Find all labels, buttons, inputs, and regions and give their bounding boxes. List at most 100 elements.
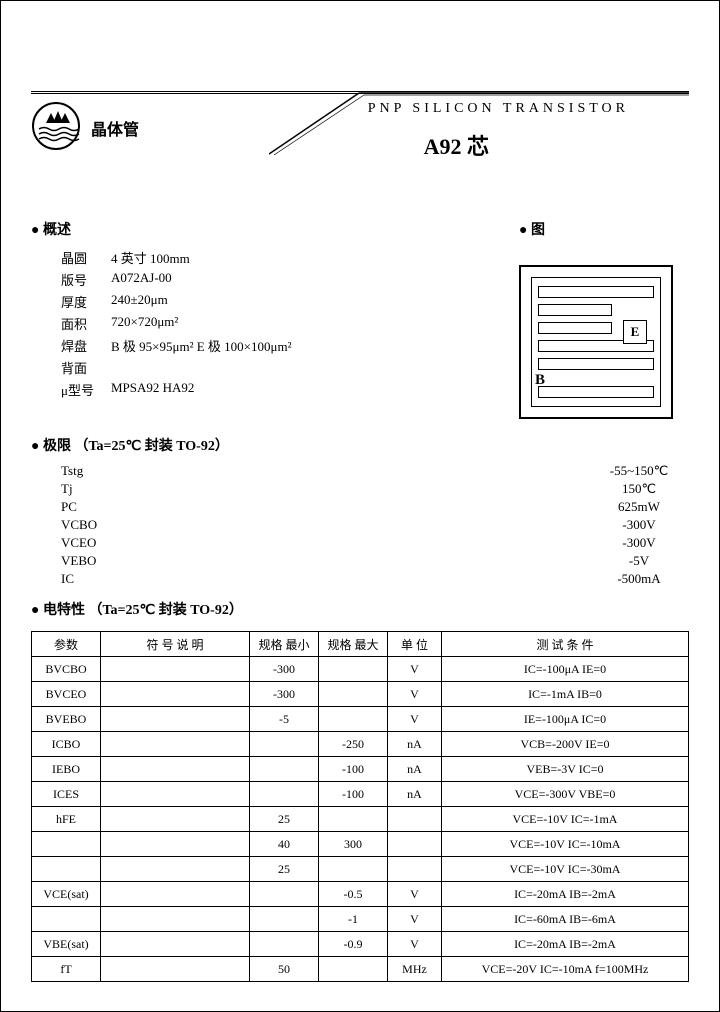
table-body: BVCBO-300VIC=-100μA IE=0BVCEO-300VIC=-1m… — [32, 657, 689, 982]
td-min — [250, 907, 319, 932]
section-title-general: ● 概述 — [31, 219, 71, 239]
td-param: VBE(sat) — [32, 932, 101, 957]
td-min: 50 — [250, 957, 319, 982]
td-min: 40 — [250, 832, 319, 857]
rating-row: PC625mW — [61, 499, 689, 515]
td-unit — [388, 807, 442, 832]
section-title-elec: ● 电特性 （Ta=25℃ 封装 TO-92） — [31, 599, 243, 619]
td-unit: V — [388, 682, 442, 707]
td-desc — [101, 857, 250, 882]
td-desc — [101, 932, 250, 957]
td-unit: nA — [388, 732, 442, 757]
td-unit: V — [388, 657, 442, 682]
td-cond: IE=-100μA IC=0 — [442, 707, 689, 732]
td-unit — [388, 832, 442, 857]
general-lines: 晶圆4 英寸 100mm 版号A072AJ-00 厚度240±20μm 面积72… — [31, 248, 519, 399]
die-label-e: E — [623, 320, 647, 344]
td-desc — [101, 657, 250, 682]
rating-row: IC-500mA — [61, 571, 689, 587]
table-row: ICES-100nAVCE=-300V VBE=0 — [32, 782, 689, 807]
td-param: BVCBO — [32, 657, 101, 682]
td-cond: IC=-60mA IB=-6mA — [442, 907, 689, 932]
header: 晶体管 PNP SILICON TRANSISTOR A92 芯 — [31, 91, 689, 211]
td-desc — [101, 732, 250, 757]
td-param: hFE — [32, 807, 101, 832]
page: 晶体管 PNP SILICON TRANSISTOR A92 芯 ● 概述 晶圆… — [0, 0, 720, 1012]
td-desc — [101, 832, 250, 857]
table-row: hFE25VCE=-10V IC=-1mA — [32, 807, 689, 832]
th: 单 位 — [388, 632, 442, 657]
table-row: ICBO-250nAVCB=-200V IE=0 — [32, 732, 689, 757]
td-min: 25 — [250, 857, 319, 882]
td-param — [32, 857, 101, 882]
td-param: IEBO — [32, 757, 101, 782]
table-header-row: 参数 符 号 说 明 规格 最小 规格 最大 单 位 测 试 条 件 — [32, 632, 689, 657]
td-param — [32, 907, 101, 932]
elec-section: ● 电特性 （Ta=25℃ 封装 TO-92） 参数 符 号 说 明 规格 最小… — [31, 591, 689, 982]
spec-line: 晶圆4 英寸 100mm — [61, 248, 519, 267]
td-cond: VCE=-10V IC=-30mA — [442, 857, 689, 882]
td-min — [250, 757, 319, 782]
td-desc — [101, 682, 250, 707]
th: 规格 最大 — [319, 632, 388, 657]
td-max — [319, 707, 388, 732]
th: 规格 最小 — [250, 632, 319, 657]
diagram-section: ● 图 E B — [519, 211, 689, 419]
table-row: 25 VCE=-10V IC=-30mA — [32, 857, 689, 882]
td-max: -100 — [319, 782, 388, 807]
part-main: A92 — [424, 134, 462, 159]
general-section: ● 概述 晶圆4 英寸 100mm 版号A072AJ-00 厚度240±20μm… — [31, 211, 519, 402]
header-part-number: A92 芯 — [424, 129, 489, 161]
die-label-b: B — [535, 372, 545, 389]
table-row: -1VIC=-60mA IB=-6mA — [32, 907, 689, 932]
spec-line: μ型号MPSA92 HA92 — [61, 380, 519, 399]
spec-line: 厚度240±20μm — [61, 292, 519, 311]
top-two-col: ● 概述 晶圆4 英寸 100mm 版号A072AJ-00 厚度240±20μm… — [31, 211, 689, 419]
td-max — [319, 857, 388, 882]
td-max — [319, 682, 388, 707]
td-unit: V — [388, 907, 442, 932]
td-cond: VCE=-20V IC=-10mA f=100MHz — [442, 957, 689, 982]
td-max: 300 — [319, 832, 388, 857]
td-min — [250, 932, 319, 957]
td-cond: IC=-100μA IE=0 — [442, 657, 689, 682]
section-title-diagram: ● 图 — [519, 219, 545, 239]
rating-row: Tj150℃ — [61, 481, 689, 497]
td-max: -1 — [319, 907, 388, 932]
td-unit: nA — [388, 782, 442, 807]
td-min: -5 — [250, 707, 319, 732]
table-row: fT50MHzVCE=-20V IC=-10mA f=100MHz — [32, 957, 689, 982]
td-desc — [101, 807, 250, 832]
td-min — [250, 732, 319, 757]
table-row: VCE(sat)-0.5VIC=-20mA IB=-2mA — [32, 882, 689, 907]
td-desc — [101, 757, 250, 782]
td-cond: VEB=-3V IC=0 — [442, 757, 689, 782]
td-max: -100 — [319, 757, 388, 782]
header-logo-text: 晶体管 — [91, 116, 139, 140]
section-title-ratings: ● 极限 （Ta=25℃ 封装 TO-92） — [31, 435, 229, 455]
td-param — [32, 832, 101, 857]
td-cond: VCE=-10V IC=-1mA — [442, 807, 689, 832]
td-unit: nA — [388, 757, 442, 782]
td-cond: IC=-1mA IB=0 — [442, 682, 689, 707]
td-max: -0.9 — [319, 932, 388, 957]
spec-line: 焊盘B 极 95×95μm² E 极 100×100μm² — [61, 336, 519, 355]
td-unit — [388, 857, 442, 882]
rating-row: VEBO-5V — [61, 553, 689, 569]
td-cond: IC=-20mA IB=-2mA — [442, 932, 689, 957]
th: 测 试 条 件 — [442, 632, 689, 657]
td-param: ICBO — [32, 732, 101, 757]
th: 符 号 说 明 — [101, 632, 250, 657]
td-min — [250, 882, 319, 907]
td-cond: VCE=-10V IC=-10mA — [442, 832, 689, 857]
table-row: BVCBO-300VIC=-100μA IE=0 — [32, 657, 689, 682]
td-cond: VCB=-200V IE=0 — [442, 732, 689, 757]
ratings-section: ● 极限 （Ta=25℃ 封装 TO-92） Tstg-55~150℃ Tj15… — [31, 427, 689, 587]
td-unit: MHz — [388, 957, 442, 982]
table-row: BVEBO-5VIE=-100μA IC=0 — [32, 707, 689, 732]
table-row: VBE(sat)-0.9VIC=-20mA IB=-2mA — [32, 932, 689, 957]
td-max — [319, 657, 388, 682]
td-desc — [101, 907, 250, 932]
td-param: BVEBO — [32, 707, 101, 732]
td-param: BVCEO — [32, 682, 101, 707]
